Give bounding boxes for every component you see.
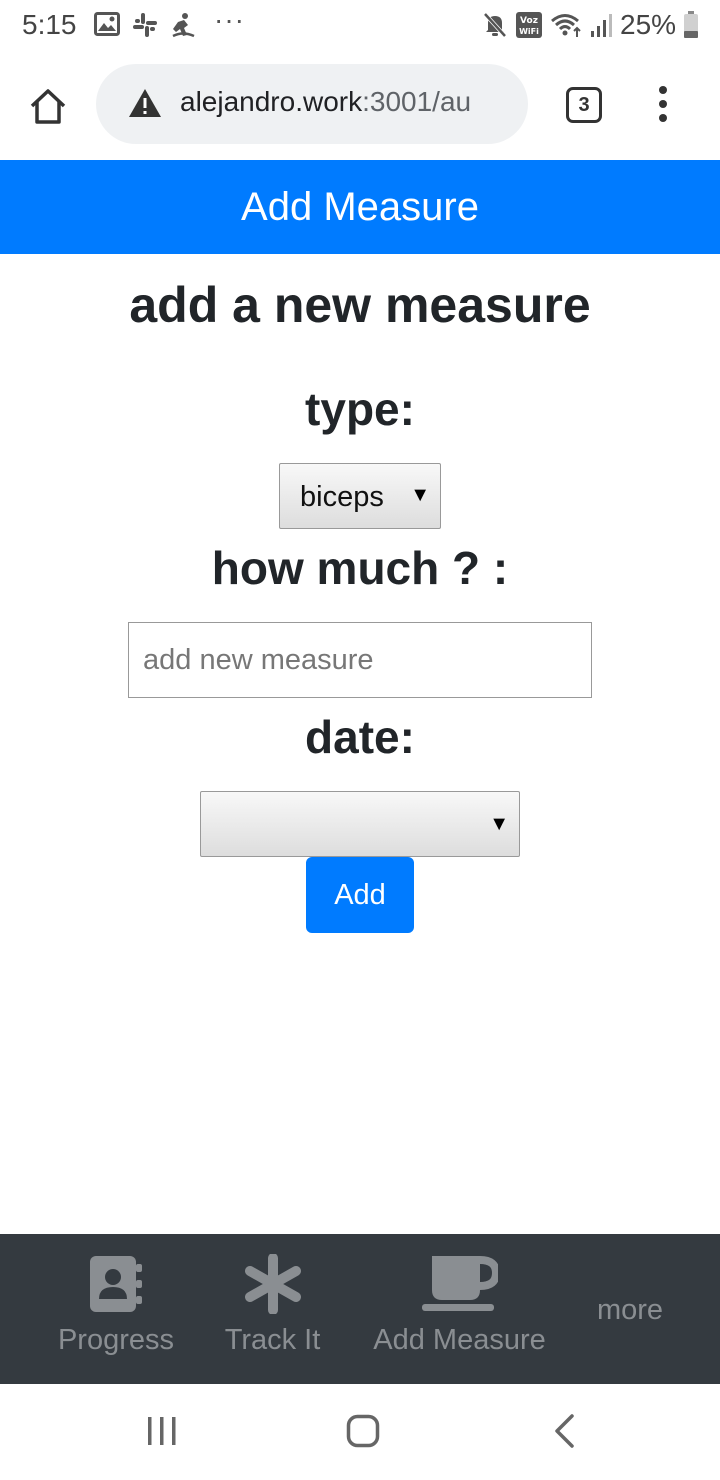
- add-button[interactable]: Add: [306, 857, 414, 933]
- asterisk-icon: [244, 1254, 301, 1314]
- page-title: add a new measure: [129, 277, 591, 333]
- contact-book-icon: [90, 1256, 142, 1312]
- more-notifications-icon: ···: [214, 4, 245, 35]
- coffee-cup-icon: [421, 1256, 498, 1311]
- header-title: Add Measure: [241, 185, 479, 229]
- status-bar: 5:15 ··· Voz WiFi 25%: [0, 0, 720, 52]
- bottom-nav: Progress Track It Add Measure more: [0, 1234, 720, 1384]
- gallery-icon: [94, 12, 120, 36]
- not-secure-warning-icon[interactable]: [128, 88, 162, 118]
- wifi-icon: [551, 14, 581, 37]
- amount-field-wrapper: [128, 622, 592, 698]
- tab-switcher-button[interactable]: 3: [566, 87, 602, 123]
- recents-icon[interactable]: [146, 1416, 178, 1446]
- amount-input[interactable]: [129, 623, 591, 697]
- slack-icon: [133, 13, 157, 37]
- svg-text:Voz: Voz: [520, 16, 538, 26]
- nav-label-track-it: Track It: [224, 1324, 321, 1356]
- vowifi-icon: Voz WiFi: [516, 12, 542, 38]
- type-select-value: biceps: [300, 481, 384, 513]
- url-text[interactable]: alejandro.work:3001/au: [180, 86, 510, 118]
- browser-toolbar: alejandro.work:3001/au 3: [0, 52, 720, 160]
- nav-label-add-measure: Add Measure: [373, 1324, 546, 1356]
- chevron-down-icon: ▼: [410, 484, 430, 506]
- nav-item-track-it[interactable]: Track It: [205, 1234, 340, 1384]
- fitness-icon: [172, 13, 195, 38]
- svg-text:WiFi: WiFi: [519, 27, 539, 36]
- back-icon[interactable]: [552, 1414, 576, 1448]
- date-select[interactable]: ▼: [200, 791, 520, 857]
- android-nav-bar: [0, 1384, 720, 1480]
- status-time: 5:15: [22, 9, 77, 40]
- app-header: Add Measure: [0, 160, 720, 254]
- browser-menu-icon[interactable]: [656, 86, 670, 126]
- home-icon[interactable]: [346, 1414, 380, 1448]
- mute-icon: [483, 12, 507, 38]
- nav-item-progress[interactable]: Progress: [36, 1234, 196, 1384]
- browser-home-icon[interactable]: [28, 86, 68, 126]
- nav-item-more[interactable]: more: [580, 1234, 680, 1384]
- type-select[interactable]: biceps ▼: [279, 463, 441, 529]
- nav-label-progress: Progress: [57, 1324, 175, 1356]
- amount-label: how much ? :: [211, 542, 509, 594]
- battery-percent: 25%: [620, 9, 677, 40]
- signal-icon: [591, 14, 612, 37]
- battery-icon: [684, 11, 698, 38]
- nav-item-add-measure[interactable]: Add Measure: [352, 1234, 567, 1384]
- address-bar[interactable]: alejandro.work:3001/au: [96, 64, 528, 144]
- nav-label-more: more: [596, 1294, 664, 1326]
- chevron-down-icon: ▼: [489, 813, 509, 835]
- type-label: type:: [305, 383, 415, 435]
- url-path: :3001/au: [362, 86, 472, 117]
- url-host: alejandro.work: [180, 86, 363, 117]
- date-label: date:: [305, 711, 415, 763]
